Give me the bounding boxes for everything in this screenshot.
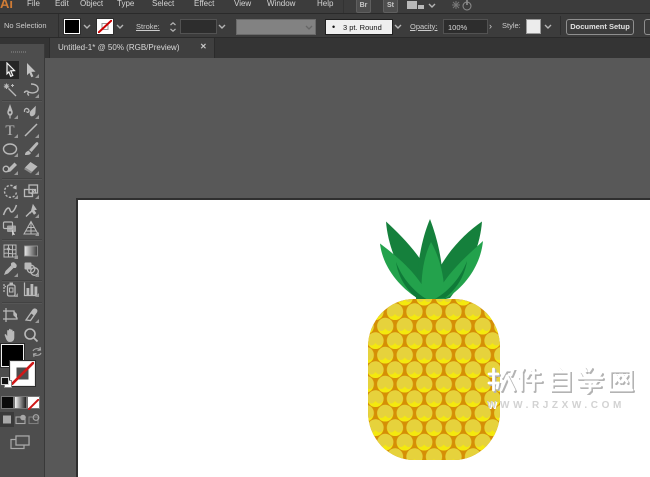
svg-text:T: T (5, 123, 14, 138)
